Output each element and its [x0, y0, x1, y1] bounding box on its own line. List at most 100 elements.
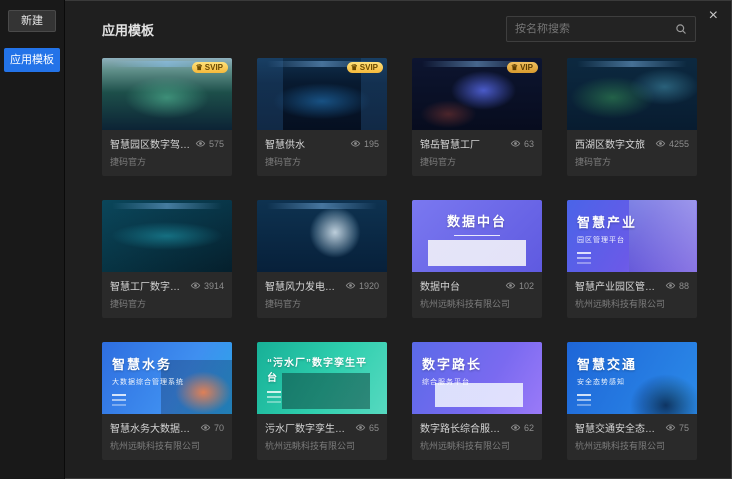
template-title: 智慧供水	[265, 136, 305, 151]
search-input[interactable]	[515, 23, 675, 35]
eye-icon	[655, 140, 666, 147]
card-info: 智慧产业园区管理平台 88 杭州远眺科技有限公司	[567, 272, 697, 318]
template-thumbnail[interactable]	[257, 200, 387, 272]
page-title: 应用模板	[102, 20, 154, 39]
eye-icon	[665, 282, 676, 289]
template-title: 智慧风力发电看板	[265, 278, 345, 293]
cover-title: 数据中台	[422, 211, 532, 230]
template-author: 捷码官方	[265, 155, 379, 168]
view-count: 70	[200, 423, 224, 433]
template-thumbnail[interactable]: 智慧交通 安全态势感知	[567, 342, 697, 414]
badge-label: SVIP	[205, 63, 223, 72]
cover-title: 智慧交通	[577, 354, 687, 373]
template-grid: ♛SVIP 智慧园区数字驾驶舱 575 捷码官方 ♛SVIP 智慧供水	[102, 58, 696, 460]
template-author: 捷码官方	[110, 155, 224, 168]
template-author: 杭州远眺科技有限公司	[575, 439, 689, 452]
crown-icon: ♛	[351, 64, 358, 72]
template-author: 捷码官方	[420, 155, 534, 168]
template-title: 数据中台	[420, 278, 460, 293]
svip-badge: ♛SVIP	[192, 62, 228, 73]
template-card[interactable]: 智慧产业 园区管理平台 智慧产业园区管理平台 88 杭州远眺科技有限公司	[567, 200, 697, 318]
cover-art: “污水厂”数字孪生平台	[257, 342, 387, 414]
template-author: 杭州远眺科技有限公司	[420, 439, 534, 452]
template-thumbnail[interactable]: ♛SVIP	[257, 58, 387, 130]
template-author: 捷码官方	[110, 297, 224, 310]
cover-art: 智慧交通 安全态势感知	[567, 342, 697, 414]
template-title: 智慧工厂数字看板	[110, 278, 190, 293]
cover-title: 数字路长	[422, 354, 532, 373]
search-icon[interactable]	[675, 23, 687, 35]
template-card[interactable]: 智慧风力发电看板 1920 捷码官方	[257, 200, 387, 318]
svip-badge: ♛SVIP	[347, 62, 383, 73]
crown-icon: ♛	[511, 64, 518, 72]
card-info: 数字路长综合服务平台 62 杭州远眺科技有限公司	[412, 414, 542, 460]
decorative-dashes	[577, 252, 591, 254]
template-title: 西湖区数字文旅	[575, 136, 645, 151]
eye-icon	[345, 282, 356, 289]
template-thumbnail[interactable]: ♛SVIP	[102, 58, 232, 130]
template-card[interactable]: ♛SVIP 智慧园区数字驾驶舱 575 捷码官方	[102, 58, 232, 176]
template-card[interactable]: 西湖区数字文旅 4255 捷码官方	[567, 58, 697, 176]
template-thumbnail[interactable]: ♛VIP	[412, 58, 542, 130]
template-card[interactable]: ♛SVIP 智慧供水 195 捷码官方	[257, 58, 387, 176]
view-count: 102	[505, 281, 534, 291]
eye-icon	[665, 424, 676, 431]
search-box[interactable]	[506, 16, 696, 42]
template-thumbnail[interactable]: 数字路长 综合服务平台	[412, 342, 542, 414]
decorative-dashes	[577, 394, 591, 396]
view-count: 1920	[345, 281, 379, 291]
card-info: 数据中台 102 杭州远眺科技有限公司	[412, 272, 542, 318]
cover-subtitle: 安全态势感知	[577, 377, 687, 387]
main-panel: 应用模板 ♛SVIP 智慧园区数字驾驶舱 575 捷码官方	[66, 0, 732, 479]
card-info: 智慧园区数字驾驶舱 575 捷码官方	[102, 130, 232, 176]
eye-icon	[350, 140, 361, 147]
template-card[interactable]: 数字路长 综合服务平台 数字路长综合服务平台 62 杭州远眺科技有限公司	[412, 342, 542, 460]
template-card[interactable]: 智慧工厂数字看板 3914 捷码官方	[102, 200, 232, 318]
eye-icon	[190, 282, 201, 289]
sidebar-item-app-templates[interactable]: 应用模板	[4, 48, 60, 72]
new-button[interactable]: 新建	[8, 10, 56, 32]
template-thumbnail[interactable]: 智慧产业 园区管理平台	[567, 200, 697, 272]
template-author: 杭州远眺科技有限公司	[420, 297, 534, 310]
view-count: 4255	[655, 139, 689, 149]
main-header: 应用模板	[102, 16, 696, 42]
template-thumbnail[interactable]	[567, 58, 697, 130]
template-thumbnail[interactable]: “污水厂”数字孪生平台	[257, 342, 387, 414]
cover-art: 智慧水务 大数据综合管理系统	[102, 342, 232, 414]
template-card[interactable]: 数据中台 数据中台 102 杭州远眺科技有限公司	[412, 200, 542, 318]
view-count: 75	[665, 423, 689, 433]
cover-subtitle: 大数据综合管理系统	[112, 377, 222, 387]
vip-badge: ♛VIP	[507, 62, 538, 73]
view-count: 63	[510, 139, 534, 149]
template-card[interactable]: 智慧交通 安全态势感知 智慧交通安全态势感知 75 杭州远眺科技有限公司	[567, 342, 697, 460]
template-card[interactable]: “污水厂”数字孪生平台 污水厂数字孪生平台 65 杭州远眺科技有限公司	[257, 342, 387, 460]
eye-icon	[510, 424, 521, 431]
cover-art: 智慧产业 园区管理平台	[567, 200, 697, 272]
template-author: 捷码官方	[575, 155, 689, 168]
template-author: 捷码官方	[265, 297, 379, 310]
view-count: 3914	[190, 281, 224, 291]
template-card[interactable]: 智慧水务 大数据综合管理系统 智慧水务大数据看板 70 杭州远眺科技有限公司	[102, 342, 232, 460]
template-title: 智慧园区数字驾驶舱	[110, 136, 195, 151]
card-info: 智慧风力发电看板 1920 捷码官方	[257, 272, 387, 318]
template-title: 锦岳智慧工厂	[420, 136, 480, 151]
card-info: 智慧水务大数据看板 70 杭州远眺科技有限公司	[102, 414, 232, 460]
cover-subtitle: 综合服务平台	[422, 377, 532, 387]
cover-title: 智慧产业	[577, 212, 687, 231]
view-count: 65	[355, 423, 379, 433]
template-thumbnail[interactable]: 智慧水务 大数据综合管理系统	[102, 342, 232, 414]
view-count: 88	[665, 281, 689, 291]
card-info: 智慧交通安全态势感知 75 杭州远眺科技有限公司	[567, 414, 697, 460]
template-title: 智慧交通安全态势感知	[575, 420, 661, 435]
eye-icon	[355, 424, 366, 431]
badge-label: SVIP	[360, 63, 378, 72]
card-info: 锦岳智慧工厂 63 捷码官方	[412, 130, 542, 176]
template-thumbnail[interactable]: 数据中台	[412, 200, 542, 272]
eye-icon	[510, 140, 521, 147]
eye-icon	[505, 282, 516, 289]
cover-title: “污水厂”数字孪生平台	[267, 354, 377, 384]
template-title: 智慧水务大数据看板	[110, 420, 196, 435]
template-card[interactable]: ♛VIP 锦岳智慧工厂 63 捷码官方	[412, 58, 542, 176]
template-thumbnail[interactable]	[102, 200, 232, 272]
decorative-line	[454, 235, 500, 236]
